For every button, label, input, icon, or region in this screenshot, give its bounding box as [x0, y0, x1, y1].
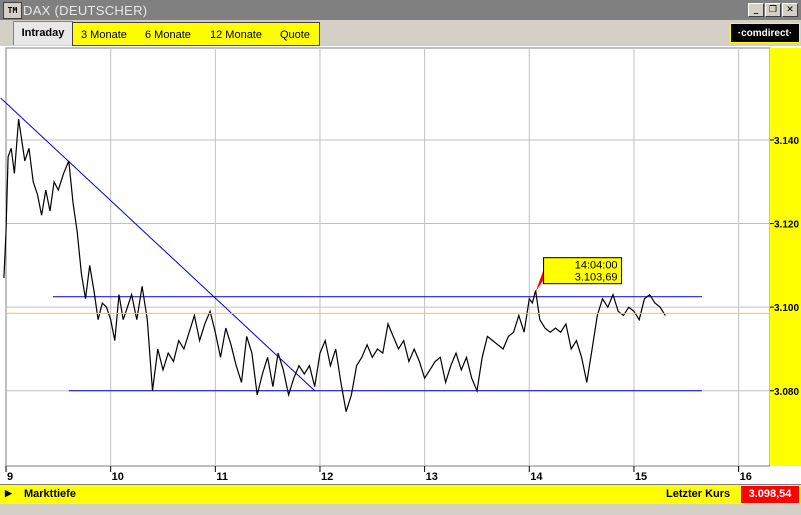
y-tick-label: 3.120	[774, 220, 799, 231]
x-tick-label: 15	[635, 471, 647, 483]
x-tick-label: 12	[321, 471, 333, 483]
tab-bar: Intraday 3 Monate 6 Monate 12 Monate Quo…	[0, 20, 801, 46]
x-tick-label: 13	[426, 471, 438, 483]
play-icon[interactable]: ▶	[5, 488, 12, 499]
x-tick-label: 11	[216, 471, 228, 483]
tab-12-monate[interactable]: 12 Monate	[210, 29, 262, 41]
y-tick-label: 3.080	[774, 387, 799, 398]
app-icon[interactable]: TM	[3, 2, 22, 19]
tab-3-monate[interactable]: 3 Monate	[81, 29, 127, 41]
tab-group: 3 Monate 6 Monate 12 Monate Quote	[72, 22, 320, 46]
window-title: DAX (DEUTSCHER)	[23, 3, 148, 18]
tab-quote[interactable]: Quote	[280, 29, 310, 41]
last-price-label: Letzter Kurs	[666, 488, 731, 500]
x-tick-label: 16	[740, 471, 752, 483]
x-tick-label: 10	[112, 471, 124, 483]
y-tick-label: 3.140	[774, 136, 799, 147]
minimize-button[interactable]: _	[748, 3, 764, 17]
y-axis-strip	[770, 48, 801, 466]
x-tick-label: 14	[530, 471, 543, 483]
tab-6-monate[interactable]: 6 Monate	[145, 29, 191, 41]
annotation-value: 3.103,69	[575, 272, 618, 284]
restore-button[interactable]: ❐	[765, 3, 781, 17]
chart-area: 3.080 3.100 3.120 3.140 9 10 11 12 13 14 15 16 14:…	[0, 46, 801, 484]
y-tick-label: 3.100	[774, 303, 799, 314]
comdirect-logo: ·comdirect·	[730, 23, 800, 43]
price-chart: 3.080 3.100 3.120 3.140 9 10 11 12 13 14 15 16 14:…	[0, 46, 801, 484]
annotation-time: 14:04:00	[575, 260, 618, 272]
tab-intraday[interactable]: Intraday	[13, 21, 73, 45]
close-button[interactable]: ✕	[782, 3, 798, 17]
x-tick-label: 9	[7, 471, 13, 483]
status-bar: ▶ Markttiefe Letzter Kurs 3.098,54	[0, 484, 801, 505]
markttiefe-link[interactable]: Markttiefe	[24, 488, 76, 500]
bottom-strip	[0, 504, 801, 515]
title-bar: TM DAX (DEUTSCHER) _ ❐ ✕	[0, 0, 801, 20]
plot-frame	[5, 47, 771, 467]
last-price-value: 3.098,54	[741, 486, 799, 503]
